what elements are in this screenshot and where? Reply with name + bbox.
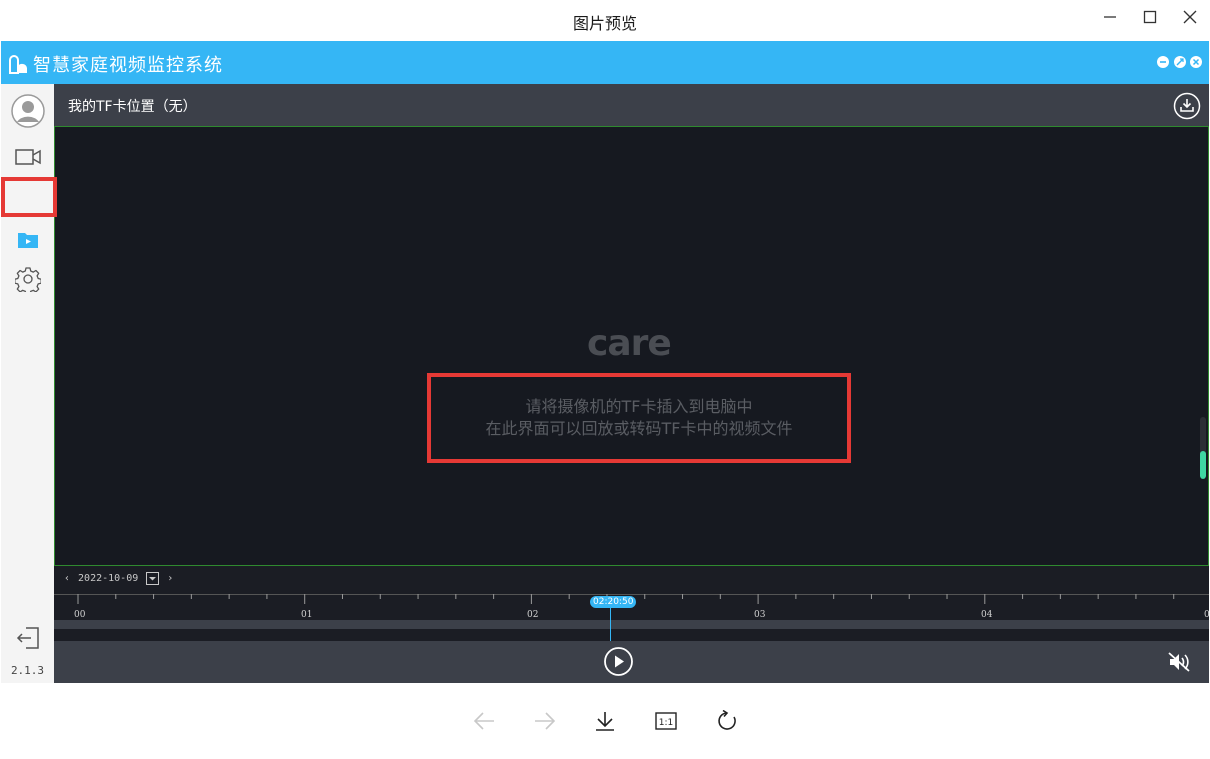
window-titlebar: 图片预览 [0, 0, 1210, 41]
app-title: 智慧家庭视频监控系统 [33, 55, 223, 76]
app-logo-icon [9, 55, 27, 74]
care-logo: care [587, 323, 672, 362]
next-button[interactable] [531, 707, 559, 735]
sidebar-item-settings[interactable] [1, 264, 54, 294]
timeline-cursor[interactable] [610, 606, 611, 646]
sidebar-item-profile[interactable] [1, 93, 54, 129]
date-selector: ‹ 2022-10-09 › [64, 570, 173, 586]
svg-text:1:1: 1:1 [659, 718, 673, 728]
hour-label: 04 [981, 610, 993, 620]
tf-card-location-title: 我的TF卡位置（无） [68, 99, 197, 115]
main-panel: 我的TF卡位置（无） care 请将摄像机的TF卡插入到电脑中 在此界面可以回放… [54, 84, 1210, 683]
app-header: 智慧家庭视频监控系统 [1, 41, 1209, 84]
sidebar-item-live-video[interactable] [1, 142, 54, 172]
settings-gear-icon [14, 267, 41, 292]
app-version: 2.1.3 [10, 664, 45, 677]
app-restore-button[interactable] [1174, 56, 1186, 68]
actual-size-button[interactable]: 1:1 [652, 707, 680, 735]
close-button[interactable] [1172, 4, 1208, 30]
current-time-badge: 02:20:50 [590, 596, 637, 608]
app-window: 智慧家庭视频监控系统 2.1.3 我的TF卡位置（无） care 请将摄像机的T… [1, 41, 1210, 683]
previous-button[interactable] [470, 707, 498, 735]
maximize-icon [1143, 10, 1157, 24]
arrow-left-icon [473, 712, 494, 730]
rotate-button[interactable] [713, 707, 741, 735]
folder-play-icon [17, 233, 38, 248]
actual-size-icon: 1:1 [655, 712, 677, 730]
highlight-box-sidebar [1, 177, 57, 217]
main-header: 我的TF卡位置（无） [54, 84, 1209, 126]
play-circle-icon[interactable] [603, 646, 634, 677]
playback-controls [54, 641, 1209, 683]
video-area: care 请将摄像机的TF卡插入到电脑中 在此界面可以回放或转码TF卡中的视频文… [54, 126, 1209, 566]
timeline: ‹ 2022-10-09 › 00 01 02 03 04 0 02:20:50 [54, 566, 1210, 646]
message-line-1: 请将摄像机的TF卡插入到电脑中 [525, 397, 753, 416]
hour-label: 00 [74, 610, 86, 620]
video-camera-icon [14, 149, 41, 165]
arrow-right-icon [535, 712, 556, 730]
volume-slider-fill [1200, 451, 1206, 479]
chevron-right-icon[interactable]: › [167, 573, 173, 584]
download-icon[interactable] [1173, 92, 1201, 120]
app-close-button[interactable] [1190, 56, 1202, 68]
preview-toolbar: 1:1 [0, 683, 1210, 759]
download-icon [596, 712, 614, 731]
restore-icon [1176, 58, 1184, 66]
app-minimize-button[interactable] [1157, 56, 1169, 68]
close-icon [1183, 10, 1197, 24]
chevron-left-icon[interactable]: ‹ [64, 573, 70, 584]
minimize-icon [1160, 61, 1166, 63]
save-button[interactable] [591, 707, 619, 735]
hour-label: 0 [1204, 610, 1210, 620]
volume-slider[interactable] [1200, 417, 1206, 479]
message-line-2: 在此界面可以回放或转码TF卡中的视频文件 [485, 419, 793, 438]
logout-button[interactable] [1, 625, 54, 651]
svg-text:care: care [587, 323, 671, 362]
hour-label: 03 [754, 610, 766, 620]
minimize-icon [1104, 16, 1116, 18]
hour-label: 02 [527, 610, 539, 620]
minimize-button[interactable] [1092, 4, 1128, 30]
timeline-track[interactable] [54, 620, 1209, 629]
logout-icon [16, 627, 39, 649]
window-title: 图片预览 [572, 14, 637, 33]
calendar-dropdown-icon[interactable] [146, 571, 160, 585]
user-avatar-icon [10, 94, 45, 128]
timeline-ruler[interactable]: 00 01 02 03 04 0 02:20:50 [54, 594, 1210, 646]
sidebar: 2.1.3 [1, 84, 54, 683]
insert-tf-card-message: 请将摄像机的TF卡插入到电脑中 在此界面可以回放或转码TF卡中的视频文件 [427, 373, 851, 463]
maximize-button[interactable] [1132, 4, 1168, 30]
hour-label: 01 [301, 610, 313, 620]
sidebar-item-tf-playback[interactable] [1, 222, 54, 258]
timeline-date: 2022-10-09 [78, 572, 139, 584]
close-icon [1192, 58, 1200, 66]
volume-mute-icon[interactable] [1167, 651, 1191, 673]
rotate-icon [718, 710, 736, 730]
